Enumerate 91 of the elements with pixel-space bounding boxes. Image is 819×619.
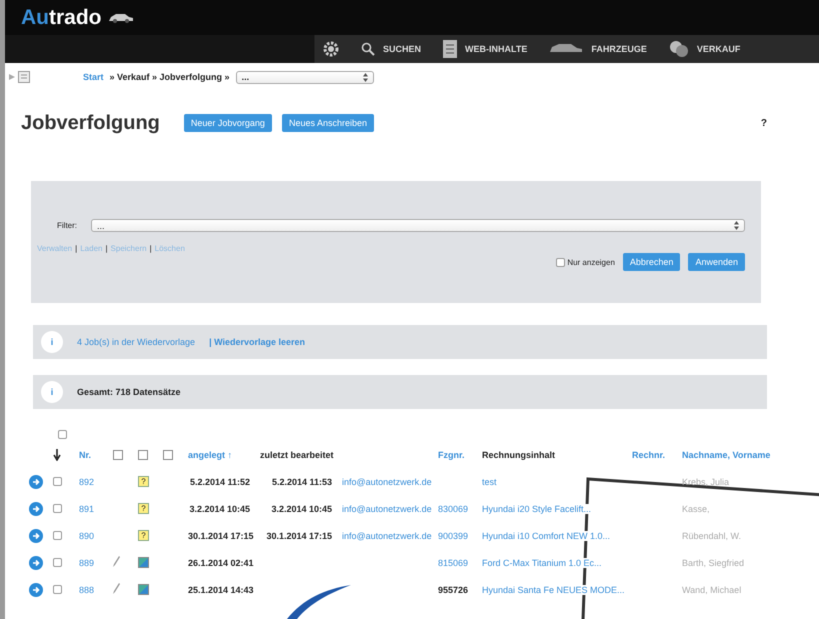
info-icon: i: [41, 381, 63, 403]
header-icon[interactable]: [113, 450, 123, 460]
table-cell: 30.1.2014 17:15: [266, 530, 332, 540]
vehicle-number-link[interactable]: 830069: [438, 504, 468, 514]
row-checkbox[interactable]: [53, 558, 62, 567]
filter-select[interactable]: ...: [91, 219, 745, 232]
action-button[interactable]: Neuer Jobvorgang: [184, 114, 272, 132]
header-icon[interactable]: [163, 450, 173, 460]
column-header: zuletzt bearbeitet: [260, 450, 334, 460]
action-button[interactable]: Neues Anschreiben: [282, 114, 374, 132]
invoice-content-link[interactable]: Ford C-Max Titanium 1.0 Ec...: [482, 558, 602, 568]
column-header[interactable]: angelegt ↑: [188, 450, 260, 460]
header-icon[interactable]: [138, 450, 148, 460]
image-doc-icon: [138, 584, 149, 595]
sidebar-toggle-icon[interactable]: [9, 71, 31, 83]
job-number-link[interactable]: 888: [79, 584, 113, 594]
invoice-content-link[interactable]: Hyundai i20 Style Facelift...: [482, 504, 592, 514]
email-link[interactable]: info@autonetzwerk.de: [342, 476, 432, 486]
search-icon: [361, 42, 375, 56]
document-icon: [443, 40, 458, 58]
table-cell-text: Krebs, Julia: [682, 476, 730, 486]
row-checkbox[interactable]: [53, 531, 62, 540]
job-number-link[interactable]: 890: [79, 530, 113, 540]
open-row-icon[interactable]: [29, 528, 43, 542]
page-title: Jobverfolgung: [21, 112, 160, 134]
select-all-checkbox[interactable]: [58, 430, 67, 438]
table-cell: 3.2.2014 10:45: [271, 504, 332, 514]
info-icon: i: [41, 331, 63, 353]
table-cell-text: Wand, Michael: [682, 584, 742, 594]
coins-icon: [668, 40, 689, 58]
column-header[interactable]: Rechnr.: [632, 450, 682, 460]
row-checkbox[interactable]: [53, 477, 62, 486]
table-cell-text: 30.1.2014 17:15: [188, 530, 255, 540]
question-doc-icon: ?: [138, 476, 149, 487]
job-number-link[interactable]: 892: [79, 476, 113, 486]
car-icon: [549, 43, 584, 55]
row-checkbox[interactable]: [53, 585, 62, 594]
table-cell: 955726: [438, 584, 468, 594]
nav-item[interactable]: FAHRZEUGE: [549, 43, 647, 55]
nav-item[interactable]: VERKAUF: [668, 40, 740, 58]
separator: |: [150, 244, 152, 253]
vehicle-number-link[interactable]: 815069: [438, 558, 468, 568]
open-row-icon[interactable]: [29, 556, 43, 570]
settings-icon[interactable]: [323, 41, 339, 57]
open-row-icon[interactable]: [29, 474, 43, 488]
open-row-icon[interactable]: [29, 582, 43, 596]
breadcrumb-path: » Verkauf » Jobverfolgung »: [110, 72, 230, 82]
resubmission-link[interactable]: 4 Job(s) in der Wiedervorlage: [77, 337, 196, 347]
filter-button[interactable]: Anwenden: [688, 253, 745, 271]
column-header[interactable]: Nr.: [79, 450, 113, 460]
dropdown-arrows-icon[interactable]: [362, 72, 368, 82]
image-doc-icon: [138, 557, 149, 568]
dropdown-arrows-icon[interactable]: [734, 221, 739, 230]
table-cell-text: 26.1.2014 02:41: [188, 558, 255, 568]
email-link[interactable]: info@autonetzwerk.de: [342, 504, 432, 514]
invoice-content-link[interactable]: Hyundai Santa Fe NEUES MODE...: [482, 584, 625, 594]
open-row-icon[interactable]: [29, 502, 43, 516]
separator: |: [75, 244, 78, 253]
email-link[interactable]: info@autonetzwerk.de: [342, 530, 432, 540]
separator: |: [105, 244, 108, 253]
job-number-link[interactable]: 889: [79, 558, 113, 568]
checkbox-label: Nur anzeigen: [567, 258, 615, 266]
table-cell-text: Barth, Siegfried: [682, 558, 746, 568]
total-count: Gesamt: 718 Datensätze: [77, 387, 181, 397]
table-cell: 5.2.2014 11:53: [272, 476, 332, 486]
row-checkbox[interactable]: [53, 504, 62, 513]
question-doc-icon: ?: [138, 503, 149, 514]
nav-item[interactable]: SUCHEN: [361, 42, 422, 56]
job-number-link[interactable]: 891: [79, 504, 113, 514]
nav-item[interactable]: WEB-INHALTE: [443, 40, 528, 58]
column-header[interactable]: Fzgnr.: [438, 450, 482, 460]
vehicle-number-link[interactable]: 900399: [438, 530, 468, 540]
column-header[interactable]: Nachname, Vorname: [682, 450, 802, 460]
invoice-content-link[interactable]: Hyundai i10 Comfort NEW 1.0...: [482, 530, 610, 540]
breadcrumb-select[interactable]: ...: [236, 70, 374, 84]
table-cell-text: 3.2.2014 10:45: [188, 504, 251, 514]
table-cell-text: Rübendahl, W.: [682, 530, 742, 540]
question-doc-icon: ?: [138, 530, 149, 541]
logo[interactable]: Autrado: [21, 6, 134, 30]
clear-link[interactable]: | Wiedervorlage leeren: [209, 337, 306, 347]
help-link[interactable]: ?: [760, 118, 767, 128]
filter-label: Filter:: [57, 221, 77, 230]
filter-button[interactable]: Abbrechen: [622, 253, 680, 271]
sort-down-icon[interactable]: [53, 448, 61, 460]
checkbox[interactable]: [556, 258, 566, 266]
invoice-content-link[interactable]: test: [482, 476, 497, 486]
column-header: Rechnungsinhalt: [482, 450, 556, 460]
breadcrumb-link[interactable]: Start: [83, 72, 104, 82]
table-cell-text: 25.1.2014 14:43: [188, 584, 255, 594]
table-cell-text: 5.2.2014 11:52: [188, 476, 251, 486]
table-cell-text: Kasse,: [682, 504, 711, 514]
